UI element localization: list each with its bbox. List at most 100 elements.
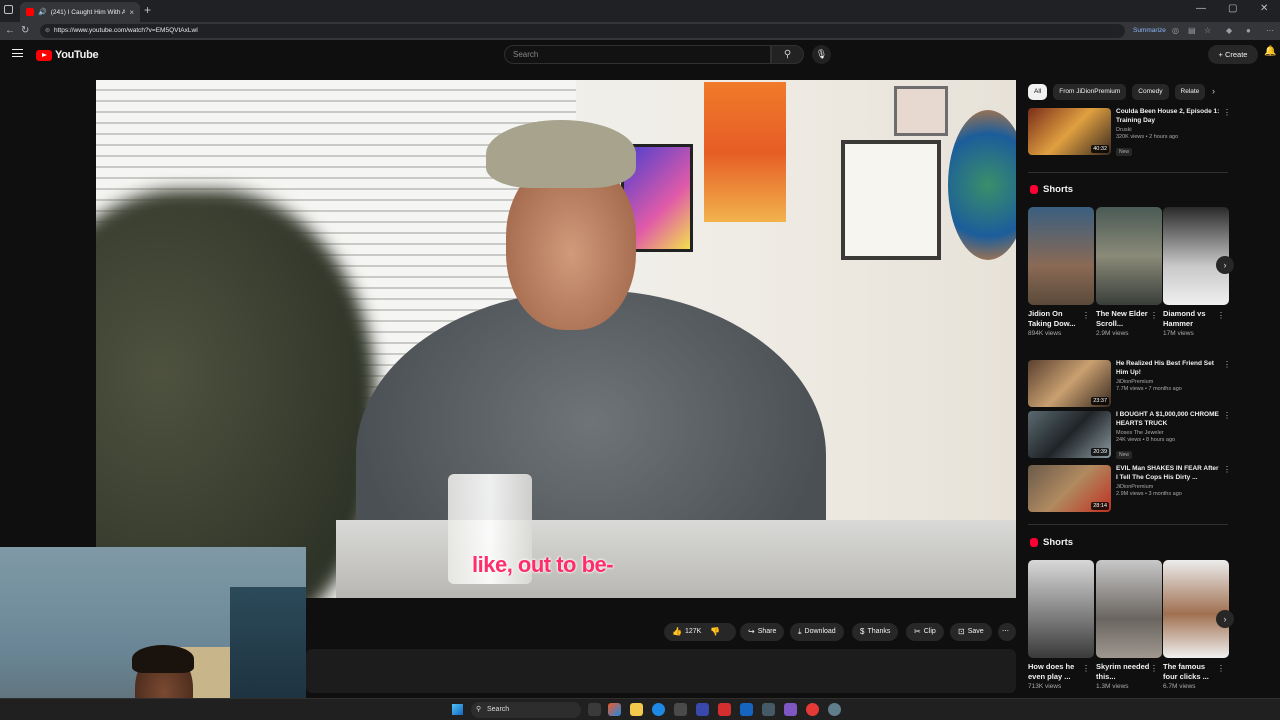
video-thumbnail[interactable]: 20:39 <box>1028 411 1111 458</box>
like-count[interactable]: 127K <box>685 623 701 641</box>
chip-comedy[interactable]: Comedy <box>1132 84 1169 100</box>
minimize-icon[interactable]: — <box>1196 3 1206 14</box>
save-button[interactable]: ⊡ Save <box>950 623 992 641</box>
short-item[interactable]: Jidion On Taking Dow... 894K views ⋮ <box>1028 207 1094 337</box>
create-button[interactable]: + Create <box>1208 45 1258 64</box>
search-app-icon[interactable] <box>762 703 775 716</box>
thanks-button[interactable]: $ Thanks <box>852 623 899 641</box>
short-item[interactable]: The New Elder Scroll... 2.9M views ⋮ <box>1096 207 1162 337</box>
discord-icon[interactable] <box>784 703 797 716</box>
youtube-logo[interactable]: YouTube <box>36 49 99 61</box>
more-options-icon[interactable]: ⋮ <box>1223 108 1231 117</box>
favorite-icon[interactable]: ☆ <box>1204 26 1211 35</box>
more-options-icon[interactable]: ⋮ <box>1082 664 1090 673</box>
more-options-icon[interactable]: ⋮ <box>1223 411 1231 420</box>
profile-icon[interactable]: ● <box>1246 26 1251 35</box>
file-explorer-icon[interactable] <box>630 703 643 716</box>
video-thumbnail[interactable]: 28:14 <box>1028 465 1111 512</box>
app-l-icon[interactable] <box>696 703 709 716</box>
task-view-icon[interactable] <box>588 703 601 716</box>
short-thumbnail[interactable] <box>1028 560 1094 658</box>
video-title[interactable]: He Realized His Best Friend Set Him Up! <box>1116 360 1220 377</box>
extensions-icon[interactable]: ◆ <box>1226 26 1232 35</box>
close-tab-icon[interactable]: × <box>129 8 134 17</box>
recommendation-item[interactable]: 40:32 Coulda Been House 2, Episode 1: Tr… <box>1028 108 1231 156</box>
chip-from-channel[interactable]: From JiDionPremium <box>1053 84 1127 100</box>
recommendation-item[interactable]: 20:39 I BOUGHT A $1,000,000 CHROME HEART… <box>1028 411 1231 459</box>
more-options-icon[interactable]: ⋮ <box>1217 311 1225 320</box>
chip-all[interactable]: All <box>1028 84 1048 100</box>
translate-icon[interactable]: ◎ <box>1172 26 1179 35</box>
recommendation-item[interactable]: 23:37 He Realized His Best Friend Set Hi… <box>1028 360 1231 408</box>
new-tab-button[interactable]: + <box>144 3 151 17</box>
recommendation-item[interactable]: 28:14 EVIL Man SHAKES IN FEAR After I Te… <box>1028 465 1231 513</box>
short-thumbnail[interactable] <box>1028 207 1094 305</box>
reload-icon[interactable]: ↻ <box>21 25 29 36</box>
like-icon[interactable]: 👍 <box>672 623 682 641</box>
short-item[interactable]: Skyrim needed this... 1.3M views ⋮ <box>1096 560 1162 690</box>
short-thumbnail[interactable] <box>1163 207 1229 305</box>
short-title[interactable]: Diamond vs Hammer <box>1163 309 1217 329</box>
shield-app-icon[interactable] <box>718 703 731 716</box>
short-title[interactable]: Skyrim needed this... <box>1096 662 1150 682</box>
back-icon[interactable]: ← <box>5 25 15 36</box>
more-options-icon[interactable]: ⋮ <box>1082 311 1090 320</box>
video-title[interactable]: Coulda Been House 2, Episode 1: Training… <box>1116 108 1220 125</box>
menu-icon[interactable]: ⋯ <box>1266 26 1274 35</box>
clip-button[interactable]: ✂ Clip <box>906 623 944 641</box>
short-item[interactable]: How does he even play ... 713K views ⋮ <box>1028 560 1094 690</box>
channel-name[interactable]: Druski <box>1116 127 1220 133</box>
short-thumbnail[interactable] <box>1163 560 1229 658</box>
shorts-next-icon[interactable]: › <box>1216 610 1234 628</box>
store-icon[interactable] <box>674 703 687 716</box>
video-title[interactable]: I BOUGHT A $1,000,000 CHROME HEARTS TRUC… <box>1116 411 1220 428</box>
edge-icon[interactable] <box>652 703 665 716</box>
download-button[interactable]: ⤓ Download <box>790 623 844 641</box>
more-actions-button[interactable]: ⋯ <box>998 623 1016 641</box>
search-icon[interactable]: ⚲ <box>771 45 804 64</box>
video-title[interactable]: EVIL Man SHAKES IN FEAR After I Tell The… <box>1116 465 1220 482</box>
maximize-icon[interactable]: ▢ <box>1228 3 1237 14</box>
short-title[interactable]: The New Elder Scroll... <box>1096 309 1150 329</box>
channel-name[interactable]: Moses The Jeweler <box>1116 430 1220 436</box>
channel-name[interactable]: JiDionPremium <box>1116 484 1220 490</box>
video-thumbnail[interactable]: 40:32 <box>1028 108 1111 155</box>
browser-tab[interactable]: 🔊 (241) I Caught Him With A M × <box>20 2 140 22</box>
chevron-right-icon[interactable]: › <box>1212 86 1215 96</box>
chip-related[interactable]: Relate <box>1174 84 1206 100</box>
more-options-icon[interactable]: ⋮ <box>1223 465 1231 474</box>
dislike-icon[interactable]: 👎 <box>710 623 720 641</box>
reader-icon[interactable]: ▤ <box>1188 26 1196 35</box>
notifications-icon[interactable]: 🔔 <box>1264 46 1276 57</box>
microphone-icon[interactable]: 🎙 <box>812 45 831 64</box>
summarize-button[interactable]: Summarize <box>1133 27 1166 34</box>
short-title[interactable]: The famous four clicks ... <box>1163 662 1217 682</box>
new-badge: New <box>1116 148 1133 156</box>
description-box[interactable] <box>306 649 1016 693</box>
search-input[interactable]: Search <box>504 45 771 64</box>
share-button[interactable]: ↪ Share <box>740 623 785 641</box>
pen-app-icon[interactable] <box>740 703 753 716</box>
copilot-icon[interactable] <box>608 703 621 716</box>
shorts-next-icon[interactable]: › <box>1216 256 1234 274</box>
sidebar-toggle-icon[interactable] <box>4 5 13 14</box>
short-title[interactable]: Jidion On Taking Dow... <box>1028 309 1082 329</box>
video-thumbnail[interactable]: 23:37 <box>1028 360 1111 407</box>
more-options-icon[interactable]: ⋮ <box>1150 664 1158 673</box>
channel-name[interactable]: JiDionPremium <box>1116 379 1220 385</box>
short-title[interactable]: How does he even play ... <box>1028 662 1082 682</box>
more-options-icon[interactable]: ⋮ <box>1217 664 1225 673</box>
short-thumbnail[interactable] <box>1096 560 1162 658</box>
chrome-icon[interactable] <box>806 703 819 716</box>
site-info-icon[interactable]: ⊜ <box>45 24 50 38</box>
more-options-icon[interactable]: ⋮ <box>1150 311 1158 320</box>
hamburger-menu-icon[interactable] <box>12 49 23 57</box>
short-thumbnail[interactable] <box>1096 207 1162 305</box>
taskbar-search[interactable]: ⚲ Search <box>471 702 581 718</box>
close-window-icon[interactable]: ✕ <box>1260 3 1268 14</box>
video-player[interactable]: like, out to be- <box>96 80 1016 598</box>
url-field[interactable]: ⊜ https://www.youtube.com/watch?v=EM5QVt… <box>40 24 1125 38</box>
start-icon[interactable] <box>452 704 463 715</box>
settings-icon[interactable] <box>828 703 841 716</box>
more-options-icon[interactable]: ⋮ <box>1223 360 1231 369</box>
